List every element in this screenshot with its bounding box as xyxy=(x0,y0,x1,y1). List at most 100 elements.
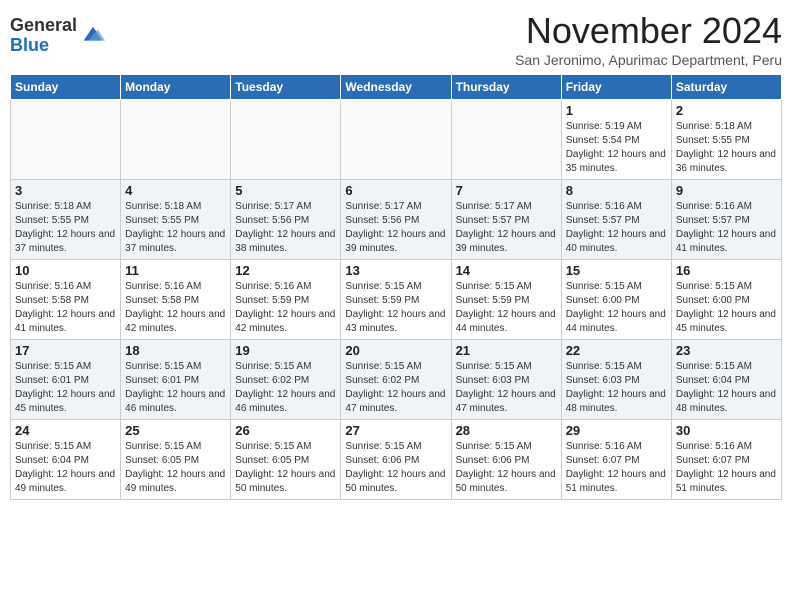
day-info: Sunrise: 5:18 AM Sunset: 5:55 PM Dayligh… xyxy=(15,200,116,256)
day-number: 29 xyxy=(566,423,667,438)
day-info: Sunrise: 5:15 AM Sunset: 6:05 PM Dayligh… xyxy=(235,440,336,496)
calendar-header-row: SundayMondayTuesdayWednesdayThursdayFrid… xyxy=(11,75,782,100)
calendar-cell: 18Sunrise: 5:15 AM Sunset: 6:01 PM Dayli… xyxy=(121,340,231,420)
calendar-cell: 21 Sunrise: 5:15 AM Sunset: 6:03 PM Dayli… xyxy=(451,340,561,420)
calendar-cell xyxy=(11,100,121,180)
day-number: 20 xyxy=(345,343,446,358)
day-number: 1 xyxy=(566,103,667,118)
col-header-friday: Friday xyxy=(561,75,671,100)
day-number: 17 xyxy=(15,343,116,358)
calendar-cell: 7Sunrise: 5:17 AM Sunset: 5:57 PM Daylig… xyxy=(451,180,561,260)
day-number: 19 xyxy=(235,343,336,358)
day-number: 3 xyxy=(15,183,116,198)
day-info: Sunrise: 5:16 AM Sunset: 5:58 PM Dayligh… xyxy=(125,280,226,336)
calendar-week-row: 10 Sunrise: 5:16 AM Sunset: 5:58 PM Dayli… xyxy=(11,260,782,340)
page-header: General Blue November 2024 San Jeronimo,… xyxy=(10,10,782,68)
day-info: Sunrise: 5:15 AM Sunset: 6:00 PM Dayligh… xyxy=(566,280,667,336)
day-number: 16 xyxy=(676,263,777,278)
col-header-thursday: Thursday xyxy=(451,75,561,100)
day-info: Sunrise: 5:15 AM Sunset: 6:06 PM Dayligh… xyxy=(456,440,557,496)
day-info: Sunrise: 5:16 AM Sunset: 6:07 PM Dayligh… xyxy=(566,440,667,496)
calendar-cell xyxy=(121,100,231,180)
calendar-table: SundayMondayTuesdayWednesdayThursdayFrid… xyxy=(10,74,782,500)
title-block: November 2024 San Jeronimo, Apurimac Dep… xyxy=(515,10,782,68)
month-title: November 2024 xyxy=(515,10,782,52)
calendar-cell: 4 Sunrise: 5:18 AM Sunset: 5:55 PM Daylig… xyxy=(121,180,231,260)
day-info: Sunrise: 5:15 AM Sunset: 5:59 PM Dayligh… xyxy=(345,280,446,336)
calendar-cell: 12 Sunrise: 5:16 AM Sunset: 5:59 PM Dayli… xyxy=(231,260,341,340)
day-number: 11 xyxy=(125,263,226,278)
day-number: 14 xyxy=(456,263,557,278)
day-number: 23 xyxy=(676,343,777,358)
day-number: 4 xyxy=(125,183,226,198)
day-info: Sunrise: 5:17 AM Sunset: 5:56 PM Dayligh… xyxy=(345,200,446,256)
day-info: Sunrise: 5:15 AM Sunset: 6:01 PM Dayligh… xyxy=(15,360,116,416)
calendar-cell: 23 Sunrise: 5:15 AM Sunset: 6:04 PM Dayli… xyxy=(671,340,781,420)
day-number: 7 xyxy=(456,183,557,198)
day-number: 10 xyxy=(15,263,116,278)
day-info: Sunrise: 5:19 AM Sunset: 5:54 PM Dayligh… xyxy=(566,120,667,176)
logo-icon xyxy=(79,22,107,50)
calendar-cell: 10 Sunrise: 5:16 AM Sunset: 5:58 PM Dayli… xyxy=(11,260,121,340)
calendar-cell: 16 Sunrise: 5:15 AM Sunset: 6:00 PM Dayli… xyxy=(671,260,781,340)
calendar-cell: 9Sunrise: 5:16 AM Sunset: 5:57 PM Daylig… xyxy=(671,180,781,260)
day-number: 6 xyxy=(345,183,446,198)
day-info: Sunrise: 5:15 AM Sunset: 6:00 PM Dayligh… xyxy=(676,280,777,336)
calendar-cell: 24 Sunrise: 5:15 AM Sunset: 6:04 PM Dayli… xyxy=(11,420,121,500)
location-subtitle: San Jeronimo, Apurimac Department, Peru xyxy=(515,52,782,68)
calendar-cell: 14 Sunrise: 5:15 AM Sunset: 5:59 PM Dayli… xyxy=(451,260,561,340)
calendar-cell: 20 Sunrise: 5:15 AM Sunset: 6:02 PM Dayli… xyxy=(341,340,451,420)
calendar-cell: 5Sunrise: 5:17 AM Sunset: 5:56 PM Daylig… xyxy=(231,180,341,260)
col-header-monday: Monday xyxy=(121,75,231,100)
calendar-cell: 15 Sunrise: 5:15 AM Sunset: 6:00 PM Dayli… xyxy=(561,260,671,340)
day-info: Sunrise: 5:18 AM Sunset: 5:55 PM Dayligh… xyxy=(676,120,777,176)
calendar-cell: 27 Sunrise: 5:15 AM Sunset: 6:06 PM Dayli… xyxy=(341,420,451,500)
day-number: 12 xyxy=(235,263,336,278)
day-number: 24 xyxy=(15,423,116,438)
day-info: Sunrise: 5:16 AM Sunset: 5:57 PM Dayligh… xyxy=(566,200,667,256)
col-header-saturday: Saturday xyxy=(671,75,781,100)
day-info: Sunrise: 5:15 AM Sunset: 5:59 PM Dayligh… xyxy=(456,280,557,336)
day-info: Sunrise: 5:16 AM Sunset: 6:07 PM Dayligh… xyxy=(676,440,777,496)
logo-blue: Blue xyxy=(10,35,49,55)
day-number: 2 xyxy=(676,103,777,118)
day-number: 8 xyxy=(566,183,667,198)
calendar-week-row: 1 Sunrise: 5:19 AM Sunset: 5:54 PM Daylig… xyxy=(11,100,782,180)
col-header-wednesday: Wednesday xyxy=(341,75,451,100)
day-info: Sunrise: 5:16 AM Sunset: 5:59 PM Dayligh… xyxy=(235,280,336,336)
day-info: Sunrise: 5:15 AM Sunset: 6:06 PM Dayligh… xyxy=(345,440,446,496)
day-number: 13 xyxy=(345,263,446,278)
day-info: Sunrise: 5:18 AM Sunset: 5:55 PM Dayligh… xyxy=(125,200,226,256)
calendar-cell: 8 Sunrise: 5:16 AM Sunset: 5:57 PM Daylig… xyxy=(561,180,671,260)
calendar-cell: 2 Sunrise: 5:18 AM Sunset: 5:55 PM Daylig… xyxy=(671,100,781,180)
day-number: 28 xyxy=(456,423,557,438)
calendar-cell xyxy=(451,100,561,180)
calendar-cell: 6 Sunrise: 5:17 AM Sunset: 5:56 PM Daylig… xyxy=(341,180,451,260)
day-info: Sunrise: 5:16 AM Sunset: 5:57 PM Dayligh… xyxy=(676,200,777,256)
logo-general: General xyxy=(10,15,77,35)
calendar-cell: 22 Sunrise: 5:15 AM Sunset: 6:03 PM Dayli… xyxy=(561,340,671,420)
day-info: Sunrise: 5:15 AM Sunset: 6:01 PM Dayligh… xyxy=(125,360,226,416)
day-number: 21 xyxy=(456,343,557,358)
calendar-cell: 1 Sunrise: 5:19 AM Sunset: 5:54 PM Daylig… xyxy=(561,100,671,180)
calendar-cell: 13 Sunrise: 5:15 AM Sunset: 5:59 PM Dayli… xyxy=(341,260,451,340)
calendar-week-row: 17 Sunrise: 5:15 AM Sunset: 6:01 PM Dayli… xyxy=(11,340,782,420)
day-info: Sunrise: 5:17 AM Sunset: 5:56 PM Dayligh… xyxy=(235,200,336,256)
day-info: Sunrise: 5:15 AM Sunset: 6:04 PM Dayligh… xyxy=(15,440,116,496)
day-number: 15 xyxy=(566,263,667,278)
day-number: 27 xyxy=(345,423,446,438)
day-number: 22 xyxy=(566,343,667,358)
calendar-week-row: 3 Sunrise: 5:18 AM Sunset: 5:55 PM Daylig… xyxy=(11,180,782,260)
day-number: 30 xyxy=(676,423,777,438)
calendar-cell xyxy=(231,100,341,180)
day-info: Sunrise: 5:15 AM Sunset: 6:02 PM Dayligh… xyxy=(345,360,446,416)
calendar-cell: 30 Sunrise: 5:16 AM Sunset: 6:07 PM Dayli… xyxy=(671,420,781,500)
day-info: Sunrise: 5:15 AM Sunset: 6:05 PM Dayligh… xyxy=(125,440,226,496)
calendar-cell: 28 Sunrise: 5:15 AM Sunset: 6:06 PM Dayli… xyxy=(451,420,561,500)
day-info: Sunrise: 5:15 AM Sunset: 6:03 PM Dayligh… xyxy=(456,360,557,416)
day-info: Sunrise: 5:15 AM Sunset: 6:04 PM Dayligh… xyxy=(676,360,777,416)
day-number: 25 xyxy=(125,423,226,438)
day-info: Sunrise: 5:16 AM Sunset: 5:58 PM Dayligh… xyxy=(15,280,116,336)
calendar-cell: 29 Sunrise: 5:16 AM Sunset: 6:07 PM Dayli… xyxy=(561,420,671,500)
day-info: Sunrise: 5:15 AM Sunset: 6:03 PM Dayligh… xyxy=(566,360,667,416)
